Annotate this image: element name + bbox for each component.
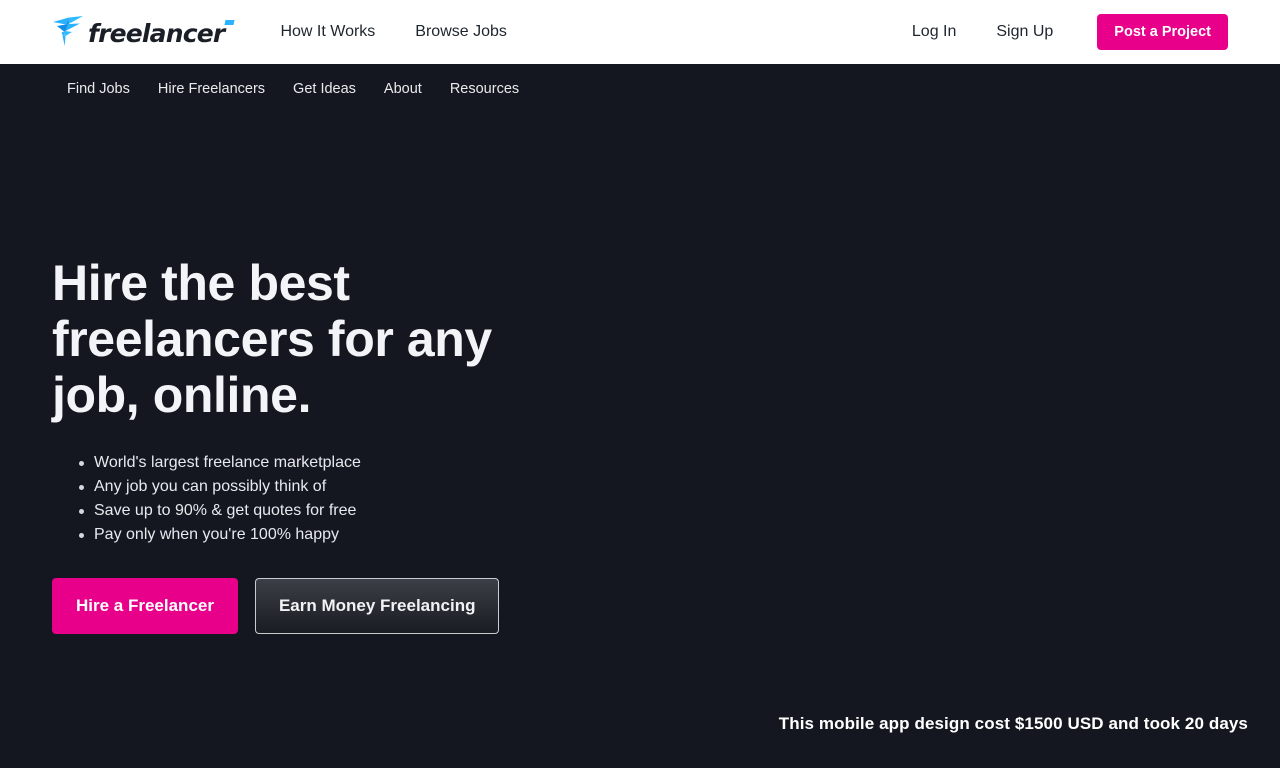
nav-browse-jobs[interactable]: Browse Jobs xyxy=(395,0,527,64)
subnav-resources[interactable]: Resources xyxy=(436,64,533,114)
benefit-item: World's largest freelance marketplace xyxy=(52,451,622,475)
primary-nav: How It Works Browse Jobs xyxy=(260,0,526,64)
hire-a-freelancer-button[interactable]: Hire a Freelancer xyxy=(52,578,238,634)
hero-image-area xyxy=(640,114,1280,768)
subnav-hire-freelancers[interactable]: Hire Freelancers xyxy=(144,64,279,114)
benefit-item: Pay only when you're 100% happy xyxy=(52,523,622,547)
logo-wordmark: freelancer xyxy=(88,18,225,48)
logo-accent-mark xyxy=(224,19,236,25)
hero-content: Hire the best freelancers for any job, o… xyxy=(52,255,622,634)
subnav-find-jobs[interactable]: Find Jobs xyxy=(54,64,144,114)
freelancer-bird-logo-icon xyxy=(53,16,83,46)
benefit-item: Any job you can possibly think of xyxy=(52,475,622,499)
freelancer-logo[interactable]: freelancer xyxy=(52,0,236,64)
hero-benefits-list: World's largest freelance marketplace An… xyxy=(52,451,622,547)
hero-image-caption: This mobile app design cost $1500 USD an… xyxy=(778,714,1248,733)
log-in-link[interactable]: Log In xyxy=(892,0,976,64)
freelancer-landing-page: freelancer How It Works Browse Jobs Log … xyxy=(0,0,1280,768)
post-a-project-button[interactable]: Post a Project xyxy=(1097,14,1228,50)
sign-up-link[interactable]: Sign Up xyxy=(976,0,1073,64)
nav-how-it-works[interactable]: How It Works xyxy=(260,0,395,64)
hero-cta-group: Hire a Freelancer Earn Money Freelancing xyxy=(52,578,622,634)
benefit-item: Save up to 90% & get quotes for free xyxy=(52,499,622,523)
secondary-nav: Find Jobs Hire Freelancers Get Ideas Abo… xyxy=(0,64,1280,114)
header-actions: Log In Sign Up Post a Project xyxy=(892,0,1228,64)
subnav-get-ideas[interactable]: Get Ideas xyxy=(279,64,370,114)
earn-money-freelancing-button[interactable]: Earn Money Freelancing xyxy=(254,578,500,634)
secondary-nav-items: Find Jobs Hire Freelancers Get Ideas Abo… xyxy=(54,64,533,114)
hero-section: Hire the best freelancers for any job, o… xyxy=(0,114,1280,768)
subnav-about[interactable]: About xyxy=(370,64,436,114)
main-header: freelancer How It Works Browse Jobs Log … xyxy=(0,0,1280,64)
hero-headline: Hire the best freelancers for any job, o… xyxy=(52,255,492,423)
